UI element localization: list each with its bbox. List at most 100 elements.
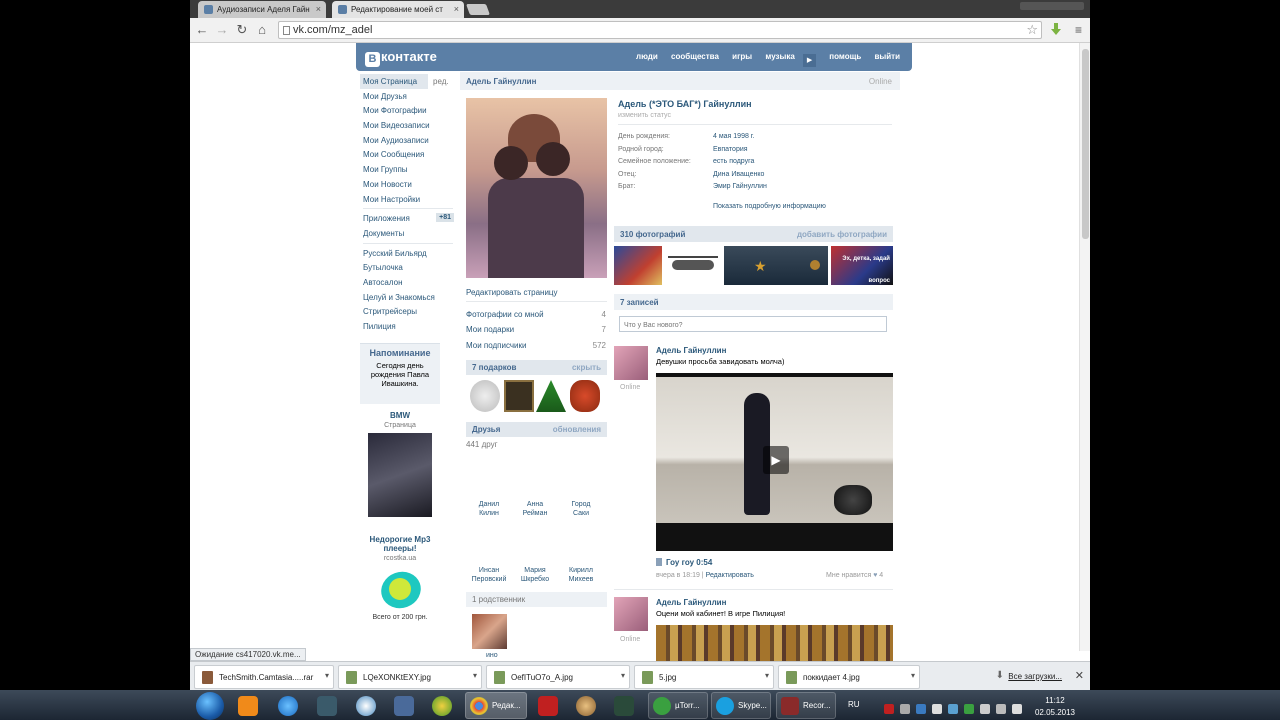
app-link[interactable]: Целуй и Знакомься [360, 290, 454, 305]
nav-communities[interactable]: сообщества [671, 52, 719, 61]
app-link[interactable]: Стритрейсеры [360, 304, 454, 319]
post-author-avatar[interactable] [614, 346, 648, 380]
tray-icon[interactable] [884, 704, 894, 714]
post-author-name[interactable]: Адель Гайнуллин [656, 346, 726, 355]
friend-item[interactable]: Мария Шкребко [512, 566, 558, 584]
photo-thumb[interactable] [666, 246, 720, 285]
menu-icon[interactable]: ≡ [1075, 23, 1082, 37]
chevron-down-icon[interactable]: ▾ [621, 671, 625, 680]
vk-logo[interactable]: Вконтакте [365, 49, 437, 67]
reload-icon[interactable]: ↻ [234, 22, 250, 38]
friends-header[interactable]: Друзья обновления [466, 422, 607, 437]
forward-arrow-icon[interactable]: → [214, 22, 230, 38]
menu-edit-link[interactable]: ред. [433, 77, 449, 86]
taskbar-recorder[interactable]: Recor... [776, 692, 836, 719]
friend-item[interactable]: Город Саки [558, 500, 604, 518]
filezilla-icon[interactable] [538, 696, 558, 716]
window-controls[interactable] [1020, 2, 1084, 10]
chevron-down-icon[interactable]: ▾ [325, 671, 329, 680]
app-link[interactable]: Бутылочка [360, 260, 454, 275]
chevron-down-icon[interactable]: ▾ [911, 671, 915, 680]
media-player-icon[interactable] [356, 696, 376, 716]
menu-groups[interactable]: Мои Группы [360, 162, 454, 177]
play-icon[interactable]: ▶ [763, 446, 789, 474]
friend-item[interactable]: Данил Килин [466, 500, 512, 518]
wall-header[interactable]: 7 записей [614, 294, 893, 310]
photos-header[interactable]: 310 фотографий добавить фотографии [614, 226, 893, 242]
my-followers-link[interactable]: Мои подписчики 572 [466, 341, 606, 350]
nav-music[interactable]: музыка [765, 52, 794, 61]
relatives-header[interactable]: 1 родственник [466, 592, 607, 607]
info-value[interactable]: Дина Иващенко [713, 171, 764, 178]
download-item[interactable]: TechSmith.Camtasia.....rar ▾ [194, 665, 334, 689]
edit-page-link[interactable]: Редактировать страницу [466, 288, 606, 297]
info-value[interactable]: 4 мая 1998 г. [713, 133, 754, 140]
folder-icon[interactable] [317, 696, 337, 716]
gift-item[interactable] [504, 380, 534, 412]
photo-thumb[interactable]: ★ [724, 246, 828, 285]
address-bar[interactable]: vk.com/mz_adel [278, 21, 1042, 39]
menu-my-page[interactable]: Моя Страница [360, 74, 428, 89]
add-photos-link[interactable]: добавить фотографии [797, 230, 887, 239]
scroll-thumb[interactable] [1082, 49, 1089, 239]
app-icon[interactable] [432, 696, 452, 716]
download-item[interactable]: LQeXONKtEXY.jpg ▾ [338, 665, 482, 689]
chevron-down-icon[interactable]: ▾ [473, 671, 477, 680]
friend-item[interactable]: Анна Рейман [512, 500, 558, 518]
menu-apps[interactable]: Приложения +81 [360, 211, 454, 226]
ad-bmw[interactable]: BMW Страница [360, 411, 440, 517]
my-gifts-link[interactable]: Мои подарки 7 [466, 325, 606, 334]
new-tab-button[interactable] [465, 4, 491, 15]
home-icon[interactable]: ⌂ [254, 22, 270, 38]
ad-image[interactable] [376, 566, 426, 614]
tab-audio[interactable]: Аудиозаписи Аделя Гайн × [198, 1, 326, 18]
friends-updates-link[interactable]: обновления [553, 425, 601, 434]
taskbar-chrome[interactable]: Редак... [465, 692, 527, 719]
taskbar-skype[interactable]: Skype... [711, 692, 771, 719]
nav-people[interactable]: люди [636, 52, 658, 61]
app-link[interactable]: Пилиция [360, 319, 454, 334]
show-all-downloads-link[interactable]: Все загрузки... [1008, 672, 1062, 681]
info-value[interactable]: Эмир Гайнуллин [713, 183, 767, 190]
post-video[interactable]: ▶ [656, 373, 893, 551]
post-edit-link[interactable]: Редактировать [706, 572, 754, 579]
relative-name[interactable]: ино [486, 652, 498, 659]
app-link[interactable]: Автосалон [360, 275, 454, 290]
app-icon[interactable] [614, 696, 634, 716]
back-arrow-icon[interactable]: ← [194, 22, 210, 38]
menu-audio[interactable]: Мои Аудиозаписи [360, 133, 454, 148]
download-item[interactable]: 5.jpg ▾ [634, 665, 774, 689]
wall-post-input[interactable] [619, 316, 887, 332]
post-author-name[interactable]: Адель Гайнуллин [656, 598, 726, 607]
tray-icon[interactable] [900, 704, 910, 714]
bookmark-star-icon[interactable]: ☆ [1026, 22, 1038, 38]
info-value[interactable]: есть подруга [713, 158, 754, 165]
gifts-hide-link[interactable]: скрыть [572, 363, 601, 372]
menu-messages[interactable]: Мои Сообщения [360, 147, 454, 162]
photos-of-me-link[interactable]: Фотографии со мной 4 [466, 310, 606, 319]
menu-news[interactable]: Мои Новости [360, 177, 454, 192]
network-icon[interactable] [980, 704, 990, 714]
menu-settings[interactable]: Мои Настройки [360, 192, 454, 207]
menu-friends[interactable]: Мои Друзья [360, 89, 454, 104]
music-play-icon[interactable]: ▶ [803, 54, 817, 67]
system-clock[interactable]: 11:12 02.05.2013 [1030, 695, 1080, 719]
photo-thumb[interactable] [614, 246, 662, 285]
app-icon[interactable] [576, 696, 596, 716]
odnoklassniki-icon[interactable] [238, 696, 258, 716]
reminder-text[interactable]: Сегодня день рождения Павла Ивашкина. [363, 361, 437, 388]
app-link[interactable]: Русский Бильярд [360, 246, 454, 261]
volume-tray-icon[interactable] [996, 704, 1006, 714]
profile-avatar[interactable] [466, 98, 607, 278]
tray-icon[interactable] [964, 704, 974, 714]
menu-docs[interactable]: Документы [360, 226, 454, 241]
post-date[interactable]: вчера в 18:19 [656, 572, 700, 579]
change-status-link[interactable]: изменить статус [618, 112, 671, 119]
close-icon[interactable]: ✕ [1075, 669, 1084, 682]
nav-games[interactable]: игры [732, 52, 752, 61]
ad-image[interactable] [368, 433, 432, 517]
volume-icon[interactable] [394, 696, 414, 716]
start-button[interactable] [196, 692, 224, 720]
close-tab-icon[interactable]: × [316, 4, 321, 14]
post-game-image[interactable] [656, 625, 893, 661]
